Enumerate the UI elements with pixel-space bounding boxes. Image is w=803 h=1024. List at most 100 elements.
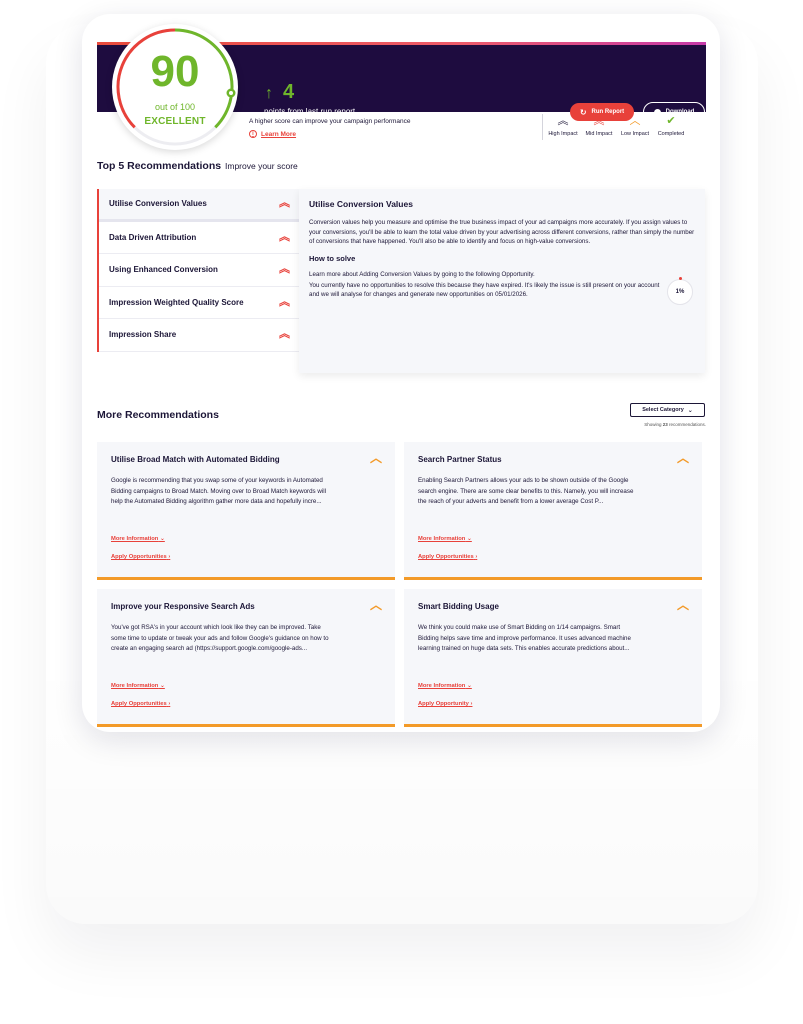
more-information-link[interactable]: More Information ⌄ xyxy=(111,536,165,542)
card-body: Google is recommending that you swap som… xyxy=(111,477,326,505)
legend-high-impact: ︽ High Impact xyxy=(543,115,583,138)
progress-percent: 1% xyxy=(675,289,685,295)
learn-more-link[interactable]: i Learn More xyxy=(249,130,296,138)
apply-opportunities-link[interactable]: Apply Opportunities › xyxy=(111,554,170,560)
legend-label: High Impact xyxy=(548,131,578,137)
score-value: 90 xyxy=(150,47,200,96)
impact-legend: ︽ High Impact ︽ Mid Impact ︿ Low Impact … xyxy=(542,114,684,140)
chevron-down-icon: ⌄ xyxy=(687,407,693,414)
chevron-right-icon: › xyxy=(168,554,171,560)
chevron-down-icon: ⌄ xyxy=(159,536,165,542)
progress-ring: 1% xyxy=(667,277,693,305)
card-body: We think you could make use of Smart Bid… xyxy=(418,624,631,652)
download-icon xyxy=(653,108,661,116)
high-impact-icon: ︽ xyxy=(279,328,290,341)
detail-note: You currently have no opportunities to r… xyxy=(309,281,660,299)
recommendation-card: Improve your Responsive Search Ads ︿ You… xyxy=(97,589,395,727)
recommendation-card: Smart Bidding Usage ︿ We think you could… xyxy=(404,589,702,727)
detail-title: Utilise Conversion Values xyxy=(309,199,413,209)
showing-suffix: recommendations. xyxy=(667,422,706,427)
top5-item-label: Using Enhanced Conversion xyxy=(109,265,218,275)
learn-more-label: Learn More xyxy=(261,130,297,138)
score-delta-label: points from last run report xyxy=(264,107,356,116)
card-title: Utilise Broad Match with Automated Biddi… xyxy=(111,455,280,464)
top5-list: Utilise Conversion Values ︽ Data Driven … xyxy=(97,189,299,352)
score-hint: A higher score can improve your campaign… xyxy=(249,118,411,125)
top5-item-label: Data Driven Attribution xyxy=(109,232,197,242)
select-category-label: Select Category xyxy=(642,407,684,413)
legend-label: Completed xyxy=(657,131,685,137)
card-title: Search Partner Status xyxy=(418,455,502,464)
more-information-link[interactable]: More Information ⌄ xyxy=(418,683,472,689)
legend-low-impact: ︿ Low Impact xyxy=(615,115,655,138)
apply-label: Apply Opportunities xyxy=(111,554,167,560)
detail-learn-line: Learn more about Adding Conversion Value… xyxy=(309,270,535,278)
card-title: Improve your Responsive Search Ads xyxy=(111,602,255,611)
showing-prefix: Showing xyxy=(644,422,663,427)
mid-impact-icon: ︽ xyxy=(593,115,605,127)
more-information-label: More Information xyxy=(418,536,466,542)
chevron-right-icon: › xyxy=(168,701,171,707)
legend-completed: ✔ Completed xyxy=(651,115,691,138)
card-title: Smart Bidding Usage xyxy=(418,602,499,611)
arrow-up-icon: ↑ xyxy=(265,85,273,102)
high-impact-icon: ︽ xyxy=(279,263,290,276)
legend-mid-impact: ︽ Mid Impact xyxy=(579,115,619,138)
apply-opportunities-link[interactable]: Apply Opportunities › xyxy=(418,554,477,560)
chevron-right-icon: › xyxy=(470,701,473,707)
detail-body: Conversion values help you measure and o… xyxy=(309,219,695,245)
top5-subtitle: Improve your score xyxy=(225,161,298,171)
high-impact-icon: ︽ xyxy=(557,115,569,127)
high-impact-icon: ︽ xyxy=(279,230,290,243)
more-information-label: More Information xyxy=(418,683,466,689)
top5-item[interactable]: Impression Weighted Quality Score ︽ xyxy=(99,286,299,319)
more-information-link[interactable]: More Information ⌄ xyxy=(418,536,472,542)
legend-label: Mid Impact xyxy=(585,131,613,137)
apply-opportunity-link[interactable]: Apply Opportunity › xyxy=(418,701,472,707)
top5-item[interactable]: Data Driven Attribution ︽ xyxy=(99,221,299,254)
more-information-label: More Information xyxy=(111,683,159,689)
top5-item[interactable]: Impression Share ︽ xyxy=(99,319,299,352)
more-information-link[interactable]: More Information ⌄ xyxy=(111,683,165,689)
top5-item-label: Impression Share xyxy=(109,330,177,340)
top5-item[interactable]: Utilise Conversion Values ︽ xyxy=(99,189,299,222)
legend-label: Low Impact xyxy=(620,131,650,137)
recommendation-card: Search Partner Status ︿ Enabling Search … xyxy=(404,442,702,580)
chevron-down-icon: ⌄ xyxy=(159,683,165,689)
low-impact-icon: ︿ xyxy=(369,598,382,612)
more-recommendations-title: More Recommendations xyxy=(97,409,219,421)
card-body: Enabling Search Partners allows your ads… xyxy=(418,477,634,505)
chevron-down-icon: ⌄ xyxy=(466,683,472,689)
device-frame: ↑ 4 points from last run report Report l… xyxy=(82,14,720,732)
chevron-right-icon: › xyxy=(475,554,478,560)
apply-label: Apply Opportunities xyxy=(418,554,474,560)
score-gauge: 90 out of 100 EXCELLENT xyxy=(112,24,238,150)
low-impact-icon: ︿ xyxy=(676,598,689,612)
recommendation-card: Utilise Broad Match with Automated Biddi… xyxy=(97,442,395,580)
top5-item-label: Impression Weighted Quality Score xyxy=(109,297,244,307)
apply-label: Apply Opportunity xyxy=(418,701,469,707)
progress-marker xyxy=(679,277,682,280)
score-out-of: out of 100 xyxy=(154,102,196,112)
info-icon: i xyxy=(249,130,257,138)
how-to-solve-heading: How to solve xyxy=(309,253,356,263)
completed-icon: ✔ xyxy=(666,115,676,127)
card-body: You've got RSA's in your account which l… xyxy=(111,624,329,652)
select-category-dropdown[interactable]: Select Category ⌄ xyxy=(630,403,705,417)
high-impact-icon: ︽ xyxy=(279,295,290,308)
low-impact-icon: ︿ xyxy=(369,451,382,465)
recommendation-detail: Utilise Conversion Values Conversion val… xyxy=(299,189,705,373)
chevron-down-icon: ⌄ xyxy=(466,536,472,542)
top5-item-label: Utilise Conversion Values xyxy=(109,199,207,209)
top5-title: Top 5 Recommendations xyxy=(97,160,222,172)
score-grade: EXCELLENT xyxy=(144,116,206,127)
low-impact-icon: ︿ xyxy=(629,115,641,127)
score-delta-value: 4 xyxy=(283,81,295,103)
low-impact-icon: ︿ xyxy=(676,451,689,465)
apply-opportunities-link[interactable]: Apply Opportunities › xyxy=(111,701,170,707)
more-information-label: More Information xyxy=(111,536,159,542)
apply-label: Apply Opportunities xyxy=(111,701,167,707)
top5-item[interactable]: Using Enhanced Conversion ︽ xyxy=(99,254,299,287)
showing-count: Showing 23 recommendations. xyxy=(630,422,706,427)
high-impact-icon: ︽ xyxy=(279,197,290,210)
